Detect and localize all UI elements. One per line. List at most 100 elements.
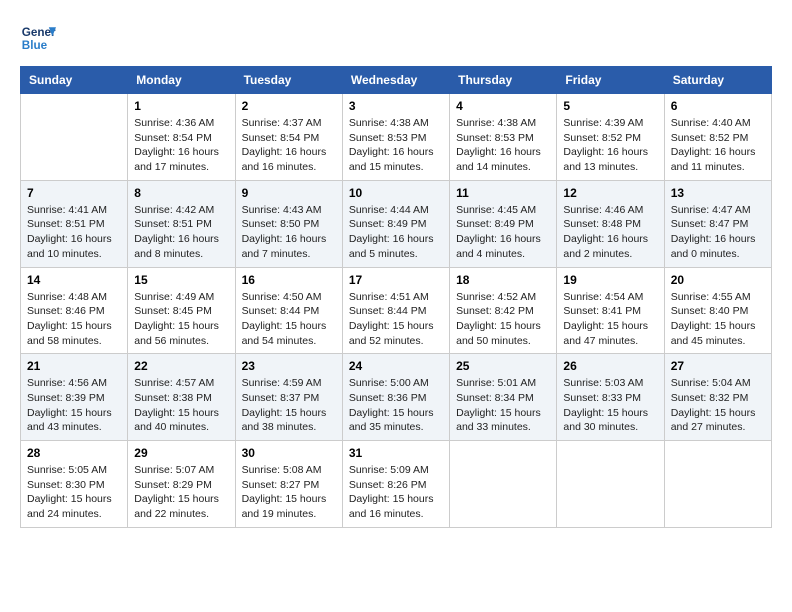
calendar-day-cell: 18 Sunrise: 4:52 AM Sunset: 8:42 PM Dayli… [450,267,557,354]
day-number: 15 [134,273,228,287]
weekday-cell: Tuesday [235,67,342,94]
calendar-day-cell: 22 Sunrise: 4:57 AM Sunset: 8:38 PM Dayli… [128,354,235,441]
day-info: Sunrise: 4:56 AM Sunset: 8:39 PM Dayligh… [27,376,121,435]
day-info: Sunrise: 4:57 AM Sunset: 8:38 PM Dayligh… [134,376,228,435]
calendar-day-cell [664,441,771,528]
day-number: 16 [242,273,336,287]
day-info: Sunrise: 4:49 AM Sunset: 8:45 PM Dayligh… [134,290,228,349]
day-info: Sunrise: 4:41 AM Sunset: 8:51 PM Dayligh… [27,203,121,262]
day-number: 4 [456,99,550,113]
weekday-cell: Monday [128,67,235,94]
calendar-day-cell: 5Sunrise: 4:39 AM Sunset: 8:52 PM Daylig… [557,94,664,181]
calendar-day-cell: 26 Sunrise: 5:03 AM Sunset: 8:33 PM Dayli… [557,354,664,441]
calendar-day-cell: 14Sunrise: 4:48 AM Sunset: 8:46 PM Dayli… [21,267,128,354]
day-number: 6 [671,99,765,113]
day-number: 7 [27,186,121,200]
day-number: 27 [671,359,765,373]
day-info: Sunrise: 4:43 AM Sunset: 8:50 PM Dayligh… [242,203,336,262]
calendar-day-cell: 17Sunrise: 4:51 AM Sunset: 8:44 PM Dayli… [342,267,449,354]
day-number: 29 [134,446,228,460]
calendar-day-cell: 8 Sunrise: 4:42 AM Sunset: 8:51 PM Daylig… [128,180,235,267]
day-info: Sunrise: 5:00 AM Sunset: 8:36 PM Dayligh… [349,376,443,435]
day-number: 11 [456,186,550,200]
day-info: Sunrise: 5:05 AM Sunset: 8:30 PM Dayligh… [27,463,121,522]
calendar-day-cell: 4 Sunrise: 4:38 AM Sunset: 8:53 PM Daylig… [450,94,557,181]
calendar-day-cell [557,441,664,528]
calendar-day-cell: 27Sunrise: 5:04 AM Sunset: 8:32 PM Dayli… [664,354,771,441]
calendar-day-cell: 2Sunrise: 4:37 AM Sunset: 8:54 PM Daylig… [235,94,342,181]
calendar-day-cell: 3Sunrise: 4:38 AM Sunset: 8:53 PM Daylig… [342,94,449,181]
day-info: Sunrise: 4:51 AM Sunset: 8:44 PM Dayligh… [349,290,443,349]
weekday-cell: Saturday [664,67,771,94]
day-number: 28 [27,446,121,460]
weekday-header-row: SundayMondayTuesdayWednesdayThursdayFrid… [21,67,772,94]
weekday-cell: Sunday [21,67,128,94]
calendar-day-cell: 16 Sunrise: 4:50 AM Sunset: 8:44 PM Dayli… [235,267,342,354]
calendar-day-cell: 7 Sunrise: 4:41 AM Sunset: 8:51 PM Daylig… [21,180,128,267]
calendar-day-cell: 15 Sunrise: 4:49 AM Sunset: 8:45 PM Dayli… [128,267,235,354]
calendar-week-row: 14Sunrise: 4:48 AM Sunset: 8:46 PM Dayli… [21,267,772,354]
day-number: 9 [242,186,336,200]
day-info: Sunrise: 4:46 AM Sunset: 8:48 PM Dayligh… [563,203,657,262]
day-info: Sunrise: 4:52 AM Sunset: 8:42 PM Dayligh… [456,290,550,349]
day-info: Sunrise: 4:44 AM Sunset: 8:49 PM Dayligh… [349,203,443,262]
day-number: 18 [456,273,550,287]
logo: General Blue [20,20,56,56]
calendar-day-cell: 20Sunrise: 4:55 AM Sunset: 8:40 PM Dayli… [664,267,771,354]
day-number: 14 [27,273,121,287]
day-info: Sunrise: 4:37 AM Sunset: 8:54 PM Dayligh… [242,116,336,175]
day-info: Sunrise: 4:38 AM Sunset: 8:53 PM Dayligh… [456,116,550,175]
calendar-day-cell [21,94,128,181]
calendar-day-cell [450,441,557,528]
calendar-week-row: 28 Sunrise: 5:05 AM Sunset: 8:30 PM Dayli… [21,441,772,528]
day-number: 24 [349,359,443,373]
day-info: Sunrise: 5:09 AM Sunset: 8:26 PM Dayligh… [349,463,443,522]
day-number: 5 [563,99,657,113]
calendar-day-cell: 23Sunrise: 4:59 AM Sunset: 8:37 PM Dayli… [235,354,342,441]
logo-icon: General Blue [20,20,56,56]
day-number: 22 [134,359,228,373]
calendar-day-cell: 12 Sunrise: 4:46 AM Sunset: 8:48 PM Dayli… [557,180,664,267]
day-info: Sunrise: 4:36 AM Sunset: 8:54 PM Dayligh… [134,116,228,175]
day-info: Sunrise: 4:47 AM Sunset: 8:47 PM Dayligh… [671,203,765,262]
day-info: Sunrise: 4:40 AM Sunset: 8:52 PM Dayligh… [671,116,765,175]
day-number: 21 [27,359,121,373]
calendar-week-row: 1 Sunrise: 4:36 AM Sunset: 8:54 PM Daylig… [21,94,772,181]
calendar-day-cell: 30 Sunrise: 5:08 AM Sunset: 8:27 PM Dayli… [235,441,342,528]
day-info: Sunrise: 5:08 AM Sunset: 8:27 PM Dayligh… [242,463,336,522]
calendar-day-cell: 6 Sunrise: 4:40 AM Sunset: 8:52 PM Daylig… [664,94,771,181]
calendar-week-row: 21 Sunrise: 4:56 AM Sunset: 8:39 PM Dayli… [21,354,772,441]
calendar-day-cell: 24 Sunrise: 5:00 AM Sunset: 8:36 PM Dayli… [342,354,449,441]
day-info: Sunrise: 5:07 AM Sunset: 8:29 PM Dayligh… [134,463,228,522]
calendar-day-cell: 1 Sunrise: 4:36 AM Sunset: 8:54 PM Daylig… [128,94,235,181]
day-number: 12 [563,186,657,200]
page-header: General Blue [20,20,772,56]
day-number: 3 [349,99,443,113]
day-number: 8 [134,186,228,200]
day-info: Sunrise: 4:50 AM Sunset: 8:44 PM Dayligh… [242,290,336,349]
calendar-day-cell: 31 Sunrise: 5:09 AM Sunset: 8:26 PM Dayli… [342,441,449,528]
day-number: 1 [134,99,228,113]
svg-text:Blue: Blue [22,39,48,52]
calendar-body: 1 Sunrise: 4:36 AM Sunset: 8:54 PM Daylig… [21,94,772,528]
calendar-day-cell: 29 Sunrise: 5:07 AM Sunset: 8:29 PM Dayli… [128,441,235,528]
day-info: Sunrise: 4:54 AM Sunset: 8:41 PM Dayligh… [563,290,657,349]
calendar-day-cell: 25Sunrise: 5:01 AM Sunset: 8:34 PM Dayli… [450,354,557,441]
calendar-day-cell: 13 Sunrise: 4:47 AM Sunset: 8:47 PM Dayli… [664,180,771,267]
calendar-table: SundayMondayTuesdayWednesdayThursdayFrid… [20,66,772,528]
day-number: 31 [349,446,443,460]
day-info: Sunrise: 5:01 AM Sunset: 8:34 PM Dayligh… [456,376,550,435]
day-info: Sunrise: 5:03 AM Sunset: 8:33 PM Dayligh… [563,376,657,435]
day-number: 13 [671,186,765,200]
day-number: 26 [563,359,657,373]
day-number: 20 [671,273,765,287]
calendar-day-cell: 21 Sunrise: 4:56 AM Sunset: 8:39 PM Dayli… [21,354,128,441]
weekday-cell: Thursday [450,67,557,94]
day-info: Sunrise: 4:45 AM Sunset: 8:49 PM Dayligh… [456,203,550,262]
day-info: Sunrise: 4:42 AM Sunset: 8:51 PM Dayligh… [134,203,228,262]
calendar-day-cell: 10Sunrise: 4:44 AM Sunset: 8:49 PM Dayli… [342,180,449,267]
calendar-day-cell: 11 Sunrise: 4:45 AM Sunset: 8:49 PM Dayli… [450,180,557,267]
day-number: 30 [242,446,336,460]
weekday-cell: Friday [557,67,664,94]
calendar-day-cell: 19Sunrise: 4:54 AM Sunset: 8:41 PM Dayli… [557,267,664,354]
